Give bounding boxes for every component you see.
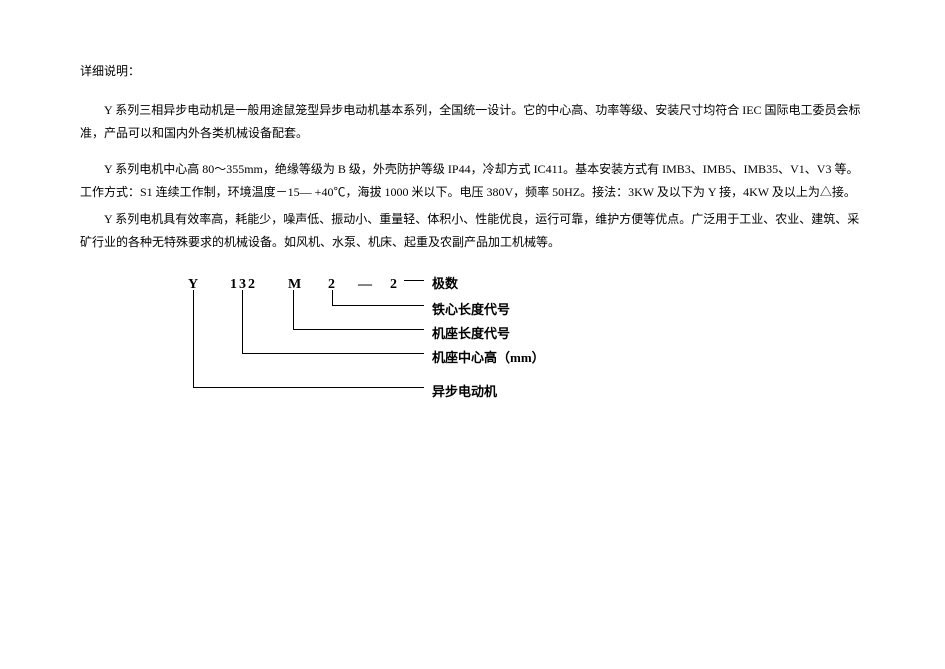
bracket-motor-type bbox=[193, 290, 424, 388]
label-frame-length: 机座长度代号 bbox=[432, 322, 510, 347]
label-motor-type: 异步电动机 bbox=[432, 380, 497, 405]
label-poles: 极数 bbox=[432, 272, 458, 297]
paragraph-3: Y 系列电机具有效率高，耗能少，噪声低、振动小、重量轻、体积小、性能优良，运行可… bbox=[80, 208, 865, 254]
connector-line-poles bbox=[404, 280, 424, 281]
label-core-length: 铁心长度代号 bbox=[432, 298, 510, 323]
model-code-diagram: Y 132 M 2 — 2 极数 铁心长度代号 机座长度代号 机座中心高（mm）… bbox=[180, 272, 620, 442]
paragraph-2: Y 系列电机中心高 80～355mm，绝缘等级为 B 级，外壳防护等级 IP44… bbox=[80, 158, 865, 204]
label-center-height: 机座中心高（mm） bbox=[432, 346, 545, 371]
paragraph-1: Y 系列三相异步电动机是一般用途鼠笼型异步电动机基本系列，全国统一设计。它的中心… bbox=[80, 99, 865, 145]
section-heading: 详细说明： bbox=[80, 60, 865, 83]
